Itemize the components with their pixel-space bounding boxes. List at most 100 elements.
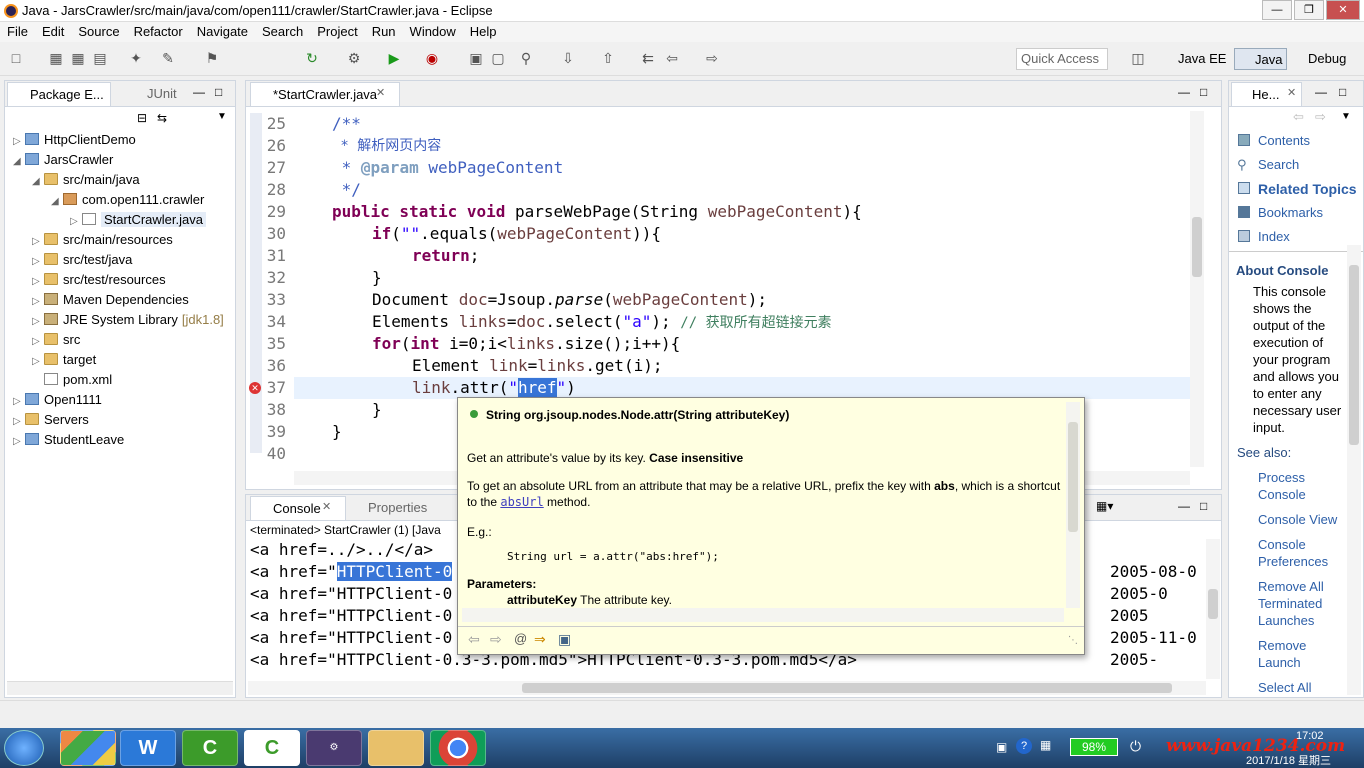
menu-file[interactable]: File <box>0 22 35 42</box>
link-remove-launch[interactable]: Remove Launch <box>1258 637 1348 671</box>
help-scrollbar[interactable] <box>1347 245 1361 695</box>
console-vertical-scrollbar[interactable] <box>1206 539 1220 679</box>
minimize-editor-icon[interactable]: — <box>1178 85 1190 99</box>
bookmark-icon[interactable]: ⚑ <box>204 50 220 66</box>
forward-icon[interactable]: ⇨ <box>704 50 720 66</box>
run-icon[interactable]: ▶ <box>386 50 402 66</box>
tree-item[interactable]: pom.xml <box>32 371 112 389</box>
resize-grip-icon[interactable]: ⋱ <box>1068 635 1078 646</box>
save-all-icon[interactable]: ▦ <box>70 50 86 66</box>
debug-icon[interactable]: ⚙ <box>346 50 362 66</box>
expanded-arrow-icon[interactable]: ◢ <box>13 153 25 171</box>
tree-item[interactable]: ▷ target <box>32 351 96 369</box>
menu-run[interactable]: Run <box>365 22 403 42</box>
perspective-java[interactable]: Java <box>1234 48 1288 70</box>
expanded-arrow-icon[interactable]: ◢ <box>51 193 63 211</box>
tray-icon[interactable]: ▣ <box>996 740 1007 754</box>
collapse-all-icon[interactable]: ⊟ <box>137 111 147 125</box>
scroll-thumb[interactable] <box>522 683 1172 693</box>
tree-item[interactable]: ◢ src/main/java <box>32 171 140 189</box>
collapsed-arrow-icon[interactable]: ▷ <box>32 293 44 311</box>
menu-search[interactable]: Search <box>255 22 310 42</box>
close-tab-icon[interactable]: ✕ <box>376 86 385 99</box>
console-options-icon[interactable]: ▦▾ <box>1096 499 1113 513</box>
menu-window[interactable]: Window <box>403 22 463 42</box>
tree-item[interactable]: ◢ JarsCrawler <box>13 151 113 169</box>
next-annotation-icon[interactable]: ⇩ <box>560 50 576 66</box>
collapsed-arrow-icon[interactable]: ▷ <box>32 333 44 351</box>
scroll-thumb[interactable] <box>1192 217 1202 277</box>
tree-item[interactable]: ▷ HttpClientDemo <box>13 131 136 149</box>
taskbar-word-icon[interactable]: W <box>120 730 176 766</box>
at-icon[interactable]: @ <box>514 631 527 646</box>
tree-item[interactable]: ▷ JRE System Library [jdk1.8] <box>32 311 224 329</box>
link-process-console[interactable]: Process Console <box>1258 469 1348 503</box>
maximize-console-icon[interactable]: □ <box>1200 499 1207 513</box>
hover-horizontal-scrollbar[interactable] <box>462 608 1064 622</box>
help-search[interactable]: Search <box>1258 157 1299 172</box>
tree-item[interactable]: ▷ Servers <box>13 411 89 429</box>
new-package-icon[interactable]: ▣ <box>468 50 484 66</box>
taskbar-camtasia-icon[interactable]: C <box>182 730 238 766</box>
tab-junit[interactable]: JUnit <box>127 82 183 106</box>
close-tab-icon[interactable]: ✕ <box>322 500 331 513</box>
collapsed-arrow-icon[interactable]: ▷ <box>32 233 44 251</box>
link-editor-icon[interactable]: ⇆ <box>157 111 167 125</box>
hover-scrollbar[interactable] <box>1066 402 1080 608</box>
open-declaration-icon[interactable]: ⇒ <box>534 631 546 648</box>
refresh-icon[interactable]: ↻ <box>304 50 320 66</box>
collapsed-arrow-icon[interactable]: ▷ <box>32 353 44 371</box>
help-contents[interactable]: Contents <box>1258 133 1310 148</box>
back-icon[interactable]: ⇦ <box>468 631 480 648</box>
scroll-thumb[interactable] <box>1208 589 1218 619</box>
close-button[interactable]: ✕ <box>1326 0 1360 20</box>
forward-icon[interactable]: ⇨ <box>1315 109 1326 125</box>
menu-help[interactable]: Help <box>463 22 504 42</box>
tree-item[interactable]: ▷ StartCrawler.java <box>70 211 206 229</box>
help-tray-icon[interactable]: ? <box>1016 738 1032 754</box>
tab-console[interactable]: Console <box>250 496 346 520</box>
print-icon[interactable]: ▤ <box>92 50 108 66</box>
clock-date[interactable]: 2017/1/18 星期三 <box>1246 752 1331 768</box>
collapsed-arrow-icon[interactable]: ▷ <box>32 273 44 291</box>
show-in-view-icon[interactable]: ▣ <box>558 631 571 648</box>
back-icon[interactable]: ⇦ <box>1293 109 1304 125</box>
battery-indicator[interactable]: 98% <box>1070 738 1118 756</box>
link-console-view[interactable]: Console View <box>1258 511 1348 528</box>
start-button[interactable] <box>4 730 44 766</box>
scroll-thumb[interactable] <box>1068 422 1078 532</box>
perspective-java-ee[interactable]: Java EE <box>1158 48 1230 70</box>
taskbar-explorer-icon[interactable] <box>368 730 424 766</box>
minimize-console-icon[interactable]: — <box>1178 499 1190 513</box>
prev-annotation-icon[interactable]: ⇧ <box>600 50 616 66</box>
minimize-help-icon[interactable]: — <box>1315 85 1327 99</box>
collapsed-arrow-icon[interactable]: ▷ <box>13 413 25 431</box>
editor-vertical-scrollbar[interactable] <box>1190 111 1204 467</box>
collapsed-arrow-icon[interactable]: ▷ <box>70 213 82 231</box>
taskbar-camtasia2-icon[interactable]: C <box>244 730 300 766</box>
tree-item[interactable]: ▷ Open1111 <box>13 391 102 409</box>
link-select-all[interactable]: Select All <box>1258 679 1348 696</box>
help-index[interactable]: Index <box>1258 229 1290 244</box>
minimize-view-icon[interactable]: — <box>193 85 205 99</box>
quick-access-input[interactable]: Quick Access <box>1016 48 1108 70</box>
maximize-button[interactable]: ❐ <box>1294 0 1324 20</box>
last-edit-icon[interactable]: ⇇ <box>640 50 656 66</box>
maximize-view-icon[interactable]: □ <box>215 85 222 99</box>
coverage-icon[interactable]: ◉ <box>424 50 440 66</box>
save-icon[interactable]: ▦ <box>48 50 64 66</box>
view-menu-icon[interactable]: ▼ <box>1341 111 1351 122</box>
annotation-icon[interactable]: ✎ <box>160 50 176 66</box>
menu-refactor[interactable]: Refactor <box>127 22 190 42</box>
tree-item[interactable]: ▷ src <box>32 331 80 349</box>
taskbar-eclipse-icon[interactable]: ⚙ <box>306 730 362 766</box>
minimize-button[interactable]: — <box>1262 0 1292 20</box>
absurl-link[interactable]: absUrl <box>500 495 543 509</box>
tab-properties[interactable]: Properties <box>346 496 433 520</box>
menu-navigate[interactable]: Navigate <box>190 22 255 42</box>
link-console-preferences[interactable]: Console Preferences <box>1258 536 1348 570</box>
perspective-debug[interactable]: Debug <box>1290 48 1350 70</box>
maximize-help-icon[interactable]: □ <box>1339 85 1346 99</box>
taskbar-app-icon[interactable] <box>60 730 116 766</box>
tree-item[interactable]: ▷ src/main/resources <box>32 231 173 249</box>
